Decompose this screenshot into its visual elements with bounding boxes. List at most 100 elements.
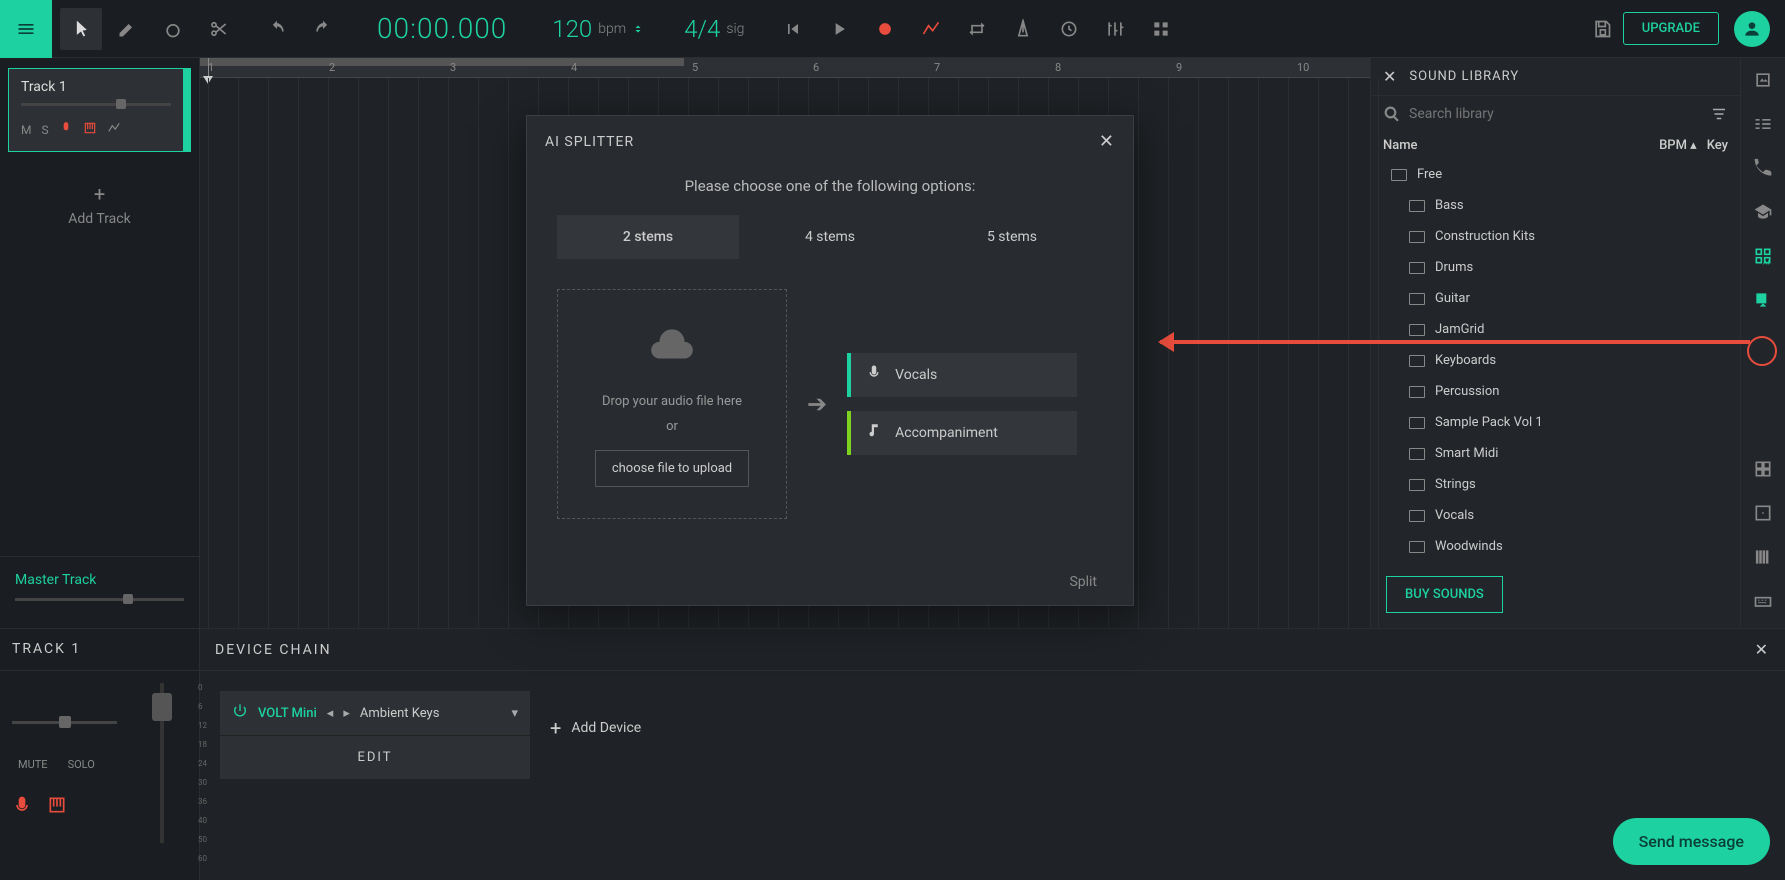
arm-record-icon[interactable] <box>59 118 73 141</box>
add-track-label: Add Track <box>68 211 130 227</box>
timeline-ruler[interactable]: 12345678910 <box>200 58 1370 78</box>
cut-tool[interactable] <box>198 8 240 50</box>
rail-ai-icon[interactable]: AI <box>1751 244 1775 268</box>
device-chain-close-icon[interactable]: ✕ <box>1755 640 1770 659</box>
dropzone-text: Drop your audio file here <box>602 394 742 409</box>
library-item[interactable]: Free <box>1371 159 1740 190</box>
sig-display[interactable]: 4/4 sig <box>664 15 764 43</box>
edit-device-button[interactable]: EDIT <box>220 735 530 779</box>
device-name: VOLT Mini <box>258 706 317 721</box>
library-item[interactable]: Strings <box>1371 469 1740 500</box>
automation-icon[interactable] <box>107 118 121 141</box>
col-name[interactable]: Name <box>1383 138 1659 153</box>
library-item[interactable]: Keyboards <box>1371 345 1740 376</box>
stem-output-row: Accompaniment <box>847 411 1077 455</box>
save-button[interactable] <box>1581 8 1623 50</box>
track-volume-slider[interactable] <box>21 103 171 106</box>
mixer-record-icon[interactable] <box>12 795 32 820</box>
library-item[interactable]: Smart Midi <box>1371 438 1740 469</box>
bpm-display[interactable]: 120 bpm <box>532 15 664 43</box>
stopwatch-tool[interactable] <box>152 8 194 50</box>
avatar[interactable] <box>1734 11 1770 47</box>
search-icon <box>1383 104 1401 124</box>
mixer-solo-button[interactable]: SOLO <box>62 754 101 775</box>
pencil-tool[interactable] <box>106 8 148 50</box>
metronome-button[interactable] <box>1002 8 1044 50</box>
rail-phone-icon[interactable] <box>1751 156 1775 180</box>
rail-ai-splitter-icon[interactable] <box>1751 288 1775 312</box>
modal-close-icon[interactable]: ✕ <box>1099 131 1115 152</box>
rail-library-icon[interactable] <box>1751 68 1775 92</box>
library-item[interactable]: Woodwinds <box>1371 531 1740 561</box>
upgrade-button[interactable]: UPGRADE <box>1623 12 1719 45</box>
library-item-label: Woodwinds <box>1435 539 1503 554</box>
time-display: 00:00.000 <box>352 12 532 45</box>
master-volume-slider[interactable] <box>15 598 184 601</box>
rail-education-icon[interactable] <box>1751 200 1775 224</box>
mixer-fader[interactable]: 061218243036405060 <box>137 683 187 843</box>
search-input[interactable] <box>1409 106 1702 122</box>
rail-loops-icon[interactable] <box>1751 112 1775 136</box>
buy-sounds-button[interactable]: BUY SOUNDS <box>1386 576 1503 613</box>
mixer-midi-icon[interactable] <box>47 795 67 820</box>
library-item[interactable]: Sample Pack Vol 1 <box>1371 407 1740 438</box>
ruler-mark: 3 <box>450 61 456 74</box>
chevron-down-icon[interactable]: ▾ <box>511 706 518 721</box>
bpm-value: 120 <box>552 15 592 43</box>
solo-toggle[interactable]: S <box>41 123 48 137</box>
library-item-label: Vocals <box>1435 508 1474 523</box>
track-name: Track 1 <box>21 79 171 95</box>
split-button[interactable]: Split <box>1069 574 1097 590</box>
mixer-button[interactable] <box>1094 8 1136 50</box>
send-message-button[interactable]: Send message <box>1613 818 1770 865</box>
redo-button[interactable] <box>302 8 344 50</box>
dropzone-or: or <box>666 419 678 434</box>
folder-icon <box>1409 479 1425 491</box>
track-item[interactable]: Track 1 M S <box>8 68 191 152</box>
filter-icon[interactable] <box>1710 104 1728 124</box>
library-item[interactable]: Vocals <box>1371 500 1740 531</box>
undo-button[interactable] <box>256 8 298 50</box>
mixer-pan-slider[interactable] <box>12 721 117 724</box>
mixer-mute-button[interactable]: MUTE <box>12 754 54 775</box>
rail-piano-icon[interactable] <box>1751 545 1775 569</box>
play-button[interactable] <box>818 8 860 50</box>
stem-tab[interactable]: 2 stems <box>557 215 739 259</box>
record-button[interactable] <box>864 8 906 50</box>
library-item[interactable]: Construction Kits <box>1371 221 1740 252</box>
close-library-icon[interactable]: ✕ <box>1383 67 1397 86</box>
library-item[interactable]: Percussion <box>1371 376 1740 407</box>
midi-icon[interactable] <box>83 118 97 141</box>
stem-output-row: Vocals <box>847 353 1077 397</box>
library-item[interactable]: Drums <box>1371 252 1740 283</box>
grid-button[interactable] <box>1140 8 1182 50</box>
folder-icon <box>1409 262 1425 274</box>
loop-button[interactable] <box>956 8 998 50</box>
preset-next-icon[interactable]: ▸ <box>343 706 350 721</box>
col-bpm[interactable]: BPM ▴ <box>1659 138 1697 153</box>
countdown-button[interactable] <box>1048 8 1090 50</box>
stem-tab[interactable]: 4 stems <box>739 215 921 259</box>
mic-icon <box>865 364 883 386</box>
rail-fullscreen-icon[interactable] <box>1751 501 1775 525</box>
rail-keyboard-icon[interactable] <box>1751 589 1775 613</box>
mute-toggle[interactable]: M <box>21 123 31 137</box>
rail-split-view-icon[interactable] <box>1751 457 1775 481</box>
add-device-button[interactable]: + Add Device <box>550 691 641 740</box>
preset-name[interactable]: Ambient Keys <box>360 706 440 721</box>
power-icon[interactable] <box>232 701 248 725</box>
device-box[interactable]: VOLT Mini ◂ ▸ Ambient Keys ▾ EDIT <box>220 691 530 779</box>
pointer-tool[interactable] <box>60 8 102 50</box>
automation-button[interactable] <box>910 8 952 50</box>
library-item[interactable]: JamGrid <box>1371 314 1740 345</box>
library-item[interactable]: Bass <box>1371 190 1740 221</box>
skip-start-button[interactable] <box>772 8 814 50</box>
library-item[interactable]: Guitar <box>1371 283 1740 314</box>
dropzone[interactable]: Drop your audio file here or choose file… <box>557 289 787 519</box>
choose-file-button[interactable]: choose file to upload <box>595 450 749 487</box>
stem-tab[interactable]: 5 stems <box>921 215 1103 259</box>
col-key[interactable]: Key <box>1707 138 1728 153</box>
menu-hamburger[interactable] <box>0 0 52 58</box>
preset-prev-icon[interactable]: ◂ <box>327 706 334 721</box>
add-track-button[interactable]: + Add Track <box>0 162 199 247</box>
